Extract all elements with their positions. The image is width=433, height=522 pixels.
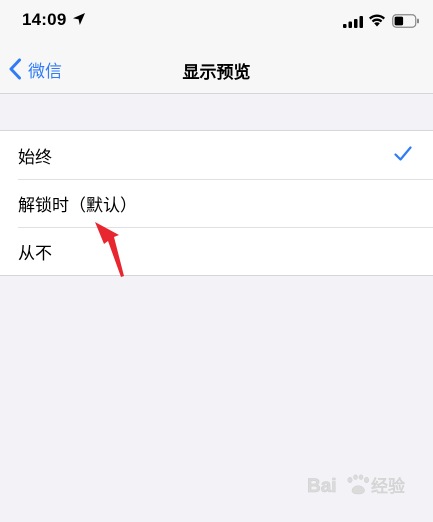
cellular-signal-icon [343,16,363,28]
navigation-bar: 微信 显示预览 [0,44,433,94]
svg-text:Bai: Bai [307,476,337,497]
battery-icon [392,14,419,28]
preview-options-list: 始终 解锁时（默认） 从不 [0,130,433,276]
option-always[interactable]: 始终 [0,131,433,179]
option-label: 解锁时（默认） [18,195,137,216]
option-when-unlocked[interactable]: 解锁时（默认） [0,179,433,227]
option-never[interactable]: 从不 [0,227,433,275]
option-label: 从不 [18,243,52,264]
status-time: 14:09 [22,10,67,29]
baidu-watermark-logo: Bai 经验 [307,474,405,497]
page-title: 显示预览 [182,63,251,83]
checkmark-icon [394,146,412,161]
status-bar: 14:09 [0,0,433,44]
wifi-icon [369,14,385,27]
option-label: 始终 [18,147,52,168]
svg-text:经验: 经验 [371,477,405,497]
location-arrow-icon [73,13,85,25]
